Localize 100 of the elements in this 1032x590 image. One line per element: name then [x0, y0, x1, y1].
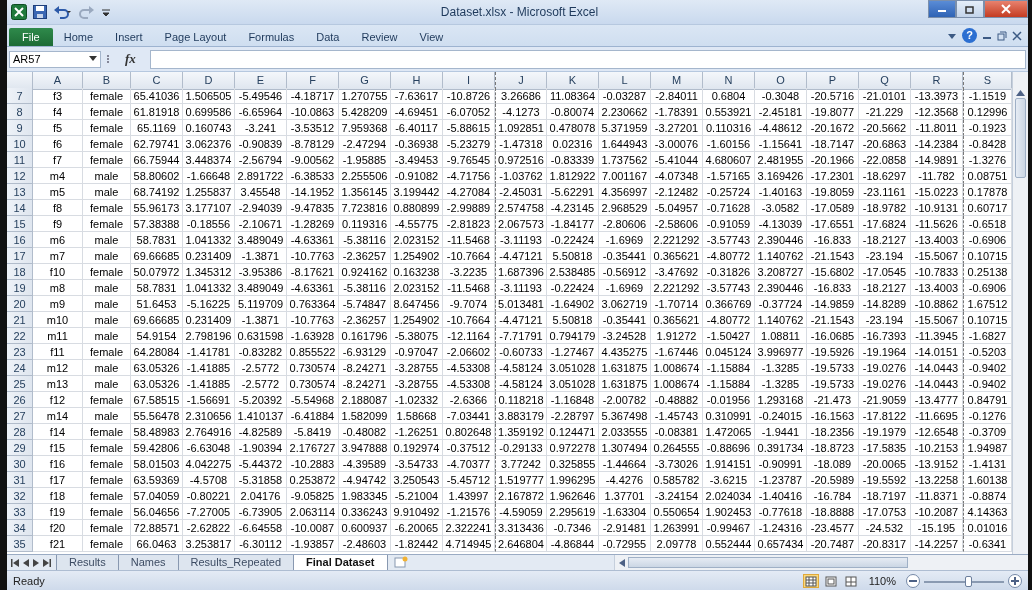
- row-header[interactable]: 22: [7, 328, 33, 344]
- last-sheet-icon[interactable]: [43, 558, 51, 567]
- ribbon-tab[interactable]: Data: [305, 28, 351, 46]
- formula-input-field[interactable]: [149, 49, 1026, 69]
- table-cell: 1.91272: [651, 328, 703, 344]
- minimize-button[interactable]: [928, 0, 956, 18]
- zoom-out-button[interactable]: [906, 574, 920, 588]
- column-header[interactable]: B: [83, 72, 131, 90]
- save-icon[interactable]: [33, 5, 47, 19]
- zoom-slider-thumb[interactable]: [965, 575, 972, 587]
- row-header[interactable]: 7: [7, 88, 33, 104]
- column-header[interactable]: Q: [859, 72, 911, 90]
- row-header[interactable]: 35: [7, 536, 33, 552]
- row-header[interactable]: 10: [7, 136, 33, 152]
- column-header[interactable]: R: [911, 72, 963, 90]
- row-header[interactable]: 34: [7, 520, 33, 536]
- column-header[interactable]: L: [599, 72, 651, 90]
- table-cell: -4.69451: [391, 104, 443, 120]
- close-button[interactable]: [984, 0, 1028, 18]
- row-header[interactable]: 9: [7, 120, 33, 136]
- ribbon-tab[interactable]: Page Layout: [153, 28, 238, 46]
- normal-view-button[interactable]: [802, 574, 819, 588]
- ribbon-tab[interactable]: View: [408, 28, 455, 46]
- insert-function-button[interactable]: fx: [115, 51, 146, 67]
- row-header[interactable]: 26: [7, 392, 33, 408]
- column-header[interactable]: A: [33, 72, 83, 90]
- table-cell: m6: [33, 232, 83, 248]
- table-cell: 0.972516: [495, 152, 547, 168]
- sheet-tab[interactable]: Results_Repeated: [177, 555, 295, 570]
- column-header[interactable]: I: [443, 72, 495, 90]
- row-header[interactable]: 15: [7, 216, 33, 232]
- close-icon[interactable]: [1012, 30, 1022, 41]
- column-header[interactable]: E: [235, 72, 287, 90]
- dropdown-caret-icon[interactable]: [89, 56, 97, 62]
- sheet-tab[interactable]: Results: [56, 555, 119, 570]
- table-cell: 0.163238: [391, 264, 443, 280]
- name-box[interactable]: AR57: [9, 50, 101, 68]
- maximize-button[interactable]: [956, 0, 984, 18]
- column-header[interactable]: F: [287, 72, 339, 90]
- row-header[interactable]: 30: [7, 456, 33, 472]
- ribbon-tab[interactable]: Home: [52, 28, 105, 46]
- row-header[interactable]: 21: [7, 312, 33, 328]
- table-cell: -1.78391: [651, 104, 703, 120]
- sheet-tab[interactable]: Final Dataset: [293, 555, 388, 570]
- table-cell: 0.161796: [339, 328, 391, 344]
- zoom-level[interactable]: 110%: [862, 575, 902, 587]
- row-header[interactable]: 11: [7, 152, 33, 168]
- row-header[interactable]: 12: [7, 168, 33, 184]
- row-header[interactable]: 24: [7, 360, 33, 376]
- row-header[interactable]: 18: [7, 264, 33, 280]
- spreadsheet-app-icon[interactable]: [11, 4, 27, 20]
- table-cell: 0.264555: [651, 440, 703, 456]
- column-header[interactable]: N: [703, 72, 755, 90]
- ribbon-tab[interactable]: Review: [350, 28, 409, 46]
- column-header[interactable]: O: [755, 72, 807, 90]
- scrollbar-thumb[interactable]: [1015, 98, 1026, 178]
- sheet-tab[interactable]: Names: [117, 555, 179, 570]
- row-header[interactable]: 20: [7, 296, 33, 312]
- row-header[interactable]: 28: [7, 424, 33, 440]
- column-header[interactable]: C: [131, 72, 183, 90]
- undo-icon[interactable]: [53, 5, 71, 19]
- column-header[interactable]: S: [963, 72, 1012, 90]
- page-layout-view-button[interactable]: [822, 574, 839, 588]
- page-break-view-button[interactable]: [842, 574, 859, 588]
- vertical-scrollbar[interactable]: [1012, 72, 1028, 554]
- row-header[interactable]: 19: [7, 280, 33, 296]
- row-header[interactable]: 16: [7, 232, 33, 248]
- scrollbar-thumb[interactable]: [627, 557, 908, 568]
- row-header[interactable]: 27: [7, 408, 33, 424]
- row-header[interactable]: 13: [7, 184, 33, 200]
- row-header[interactable]: 33: [7, 504, 33, 520]
- restore-icon[interactable]: [997, 30, 1007, 41]
- row-header[interactable]: 8: [7, 104, 33, 120]
- help-button[interactable]: ?: [962, 28, 977, 43]
- column-header[interactable]: M: [651, 72, 703, 90]
- horizontal-scrollbar[interactable]: [613, 555, 1028, 570]
- column-header[interactable]: D: [183, 72, 235, 90]
- scroll-up-icon[interactable]: [1016, 90, 1025, 96]
- table-cell: -19.5733: [807, 376, 859, 392]
- table-cell: -1.66648: [183, 168, 235, 184]
- scroll-left-icon[interactable]: [618, 558, 625, 567]
- row-header[interactable]: 23: [7, 344, 33, 360]
- row-header[interactable]: 25: [7, 376, 33, 392]
- first-sheet-icon[interactable]: [11, 558, 19, 567]
- row-header[interactable]: 31: [7, 472, 33, 488]
- row-header[interactable]: 17: [7, 248, 33, 264]
- zoom-in-button[interactable]: [1008, 574, 1022, 588]
- ribbon-tab[interactable]: Insert: [104, 28, 154, 46]
- ribbon-tab[interactable]: Formulas: [237, 28, 306, 46]
- row-header[interactable]: 14: [7, 200, 33, 216]
- next-sheet-icon[interactable]: [33, 558, 39, 567]
- previous-sheet-icon[interactable]: [23, 558, 29, 567]
- column-header[interactable]: J: [495, 72, 547, 90]
- column-header[interactable]: K: [547, 72, 599, 90]
- resize-handle-icon[interactable]: [105, 53, 111, 65]
- column-header[interactable]: H: [391, 72, 443, 90]
- column-header[interactable]: G: [339, 72, 391, 90]
- row-header[interactable]: 29: [7, 440, 33, 456]
- column-header[interactable]: P: [807, 72, 859, 90]
- row-header[interactable]: 32: [7, 488, 33, 504]
